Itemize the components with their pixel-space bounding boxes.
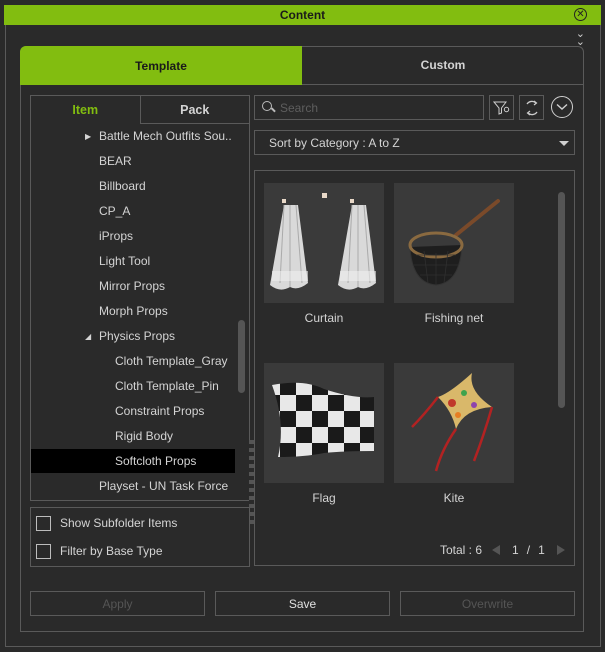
show-subfolder-items-checkbox[interactable] [36, 515, 51, 531]
kite-thumbnail [394, 363, 514, 483]
filter-by-base-type-option[interactable]: Filter by Base Type [36, 543, 163, 559]
pagination: Total : 6 1 / 1 [440, 543, 565, 557]
filter-by-base-type-label: Filter by Base Type [60, 544, 163, 558]
item-label: Fishing net [424, 311, 484, 325]
tree-node[interactable]: Morph Props [31, 299, 235, 323]
tree-node-label: CP_A [99, 204, 131, 218]
search-icon [262, 100, 276, 115]
tree-node[interactable]: Cloth Template_Pin [31, 374, 235, 398]
save-button[interactable]: Save [215, 591, 390, 616]
tree-node[interactable]: iProps [31, 224, 235, 248]
next-page-icon[interactable] [556, 545, 565, 555]
curtain-thumbnail [264, 183, 384, 303]
show-subfolder-items-label: Show Subfolder Items [60, 516, 178, 530]
tree-node[interactable]: CP_A [31, 199, 235, 223]
flag-thumbnail [264, 363, 384, 483]
search-input[interactable] [280, 100, 470, 115]
item-label: Kite [443, 491, 465, 505]
double-chevron-down-icon[interactable]: ⌄ ⌄ [576, 29, 585, 48]
item-label: Flag [312, 491, 336, 505]
content-item-curtain[interactable]: Curtain [264, 183, 384, 325]
tree-node-label: Morph Props [99, 304, 168, 318]
tree-node[interactable]: Mirror Props [31, 274, 235, 298]
apply-button[interactable]: Apply [30, 591, 205, 616]
tree-node-label: iProps [99, 229, 134, 243]
total-count: Total : 6 [440, 543, 483, 557]
subtab-pack[interactable]: Pack [139, 96, 249, 124]
tree-node[interactable]: Billboard [31, 174, 235, 198]
subtab-item[interactable]: Item [31, 96, 140, 124]
folder-tree: ▶ Battle Mech Outfits Sou.. BEAR Billboard C… [31, 124, 235, 500]
content-item-flag[interactable]: Flag [264, 363, 384, 505]
tree-node[interactable]: Softcloth Props [31, 449, 235, 473]
tree-node-label: Billboard [99, 179, 146, 193]
tab-label: Custom [420, 58, 466, 72]
tree-node[interactable]: BEAR [31, 149, 235, 173]
refresh-button[interactable] [519, 95, 544, 120]
show-subfolder-items-option[interactable]: Show Subfolder Items [36, 515, 177, 531]
content-item-fishing-net[interactable]: Fishing net [394, 183, 514, 325]
page-separator: / [526, 543, 531, 557]
expanded-arrow-icon[interactable]: ◢ [85, 332, 91, 341]
filter-options: Show Subfolder Items Filter by Base Type [30, 507, 250, 567]
sort-dropdown[interactable]: Sort by Category : A to Z [254, 130, 575, 155]
close-icon[interactable]: ✕ [574, 8, 587, 21]
window-title: Content [279, 8, 326, 22]
tree-node[interactable]: Playset - UN Task Force [31, 474, 235, 498]
tree-node[interactable]: Constraint Props [31, 399, 235, 423]
tree-node[interactable]: Light Tool [31, 249, 235, 273]
overwrite-button[interactable]: Overwrite [400, 591, 575, 616]
refresh-icon [525, 100, 538, 115]
item-label: Curtain [304, 311, 344, 325]
tree-node-label: Constraint Props [115, 404, 205, 418]
fishing-net-thumbnail [394, 183, 514, 303]
tree-node[interactable]: Cloth Template_Gray [31, 349, 235, 373]
tree-node-label: Rigid Body [115, 429, 174, 443]
current-page: 1 [512, 543, 519, 557]
tree-node[interactable]: ▶ Battle Mech Outfits Sou.. [31, 124, 235, 148]
collapsed-arrow-icon[interactable]: ▶ [85, 132, 91, 141]
filter-settings-icon [492, 101, 509, 115]
dropdown-caret-icon [559, 141, 569, 146]
search-box[interactable] [254, 95, 484, 120]
prev-page-icon[interactable] [492, 545, 501, 555]
sort-selected-value: Sort by Category : A to Z [269, 135, 400, 150]
tree-node-label: Battle Mech Outfits Sou.. [99, 129, 232, 143]
tree-node[interactable]: ◢ Physics Props [31, 324, 235, 348]
filter-settings-button[interactable] [489, 95, 514, 120]
tree-node-label: BEAR [99, 154, 132, 168]
tree-node-label: Playset - UN Task Force [99, 479, 229, 493]
chevron-down-icon [556, 103, 568, 110]
tab-custom[interactable]: Custom [302, 46, 584, 85]
grid-scrollbar[interactable] [558, 192, 565, 408]
more-options-button[interactable] [551, 96, 573, 118]
content-item-kite[interactable]: Kite [394, 363, 514, 505]
tree-node[interactable]: Rigid Body [31, 424, 235, 448]
tree-node-label: Mirror Props [99, 279, 166, 293]
tree-node-label: Light Tool [99, 254, 151, 268]
tree-node-label: Cloth Template_Gray [115, 354, 228, 368]
content-grid: Curtain Fishing net Flag Kite Total: 6 … [254, 170, 575, 566]
folder-panel: Item Pack ▶ Battle Mech Outfits Sou.. BEAR… [30, 95, 250, 501]
tree-node-label: Cloth Template_Pin [115, 379, 219, 393]
tab-template[interactable]: Template [20, 46, 302, 85]
tree-node-label: Physics Props [99, 329, 176, 343]
filter-by-base-type-checkbox[interactable] [36, 543, 51, 559]
tree-scrollbar[interactable] [238, 320, 245, 393]
total-pages: 1 [538, 543, 545, 557]
subtabs: Item Pack [31, 96, 249, 124]
tab-label: Template [135, 58, 187, 73]
title-bar[interactable]: Content ✕ [4, 5, 601, 25]
tree-node-label: Softcloth Props [115, 454, 197, 468]
